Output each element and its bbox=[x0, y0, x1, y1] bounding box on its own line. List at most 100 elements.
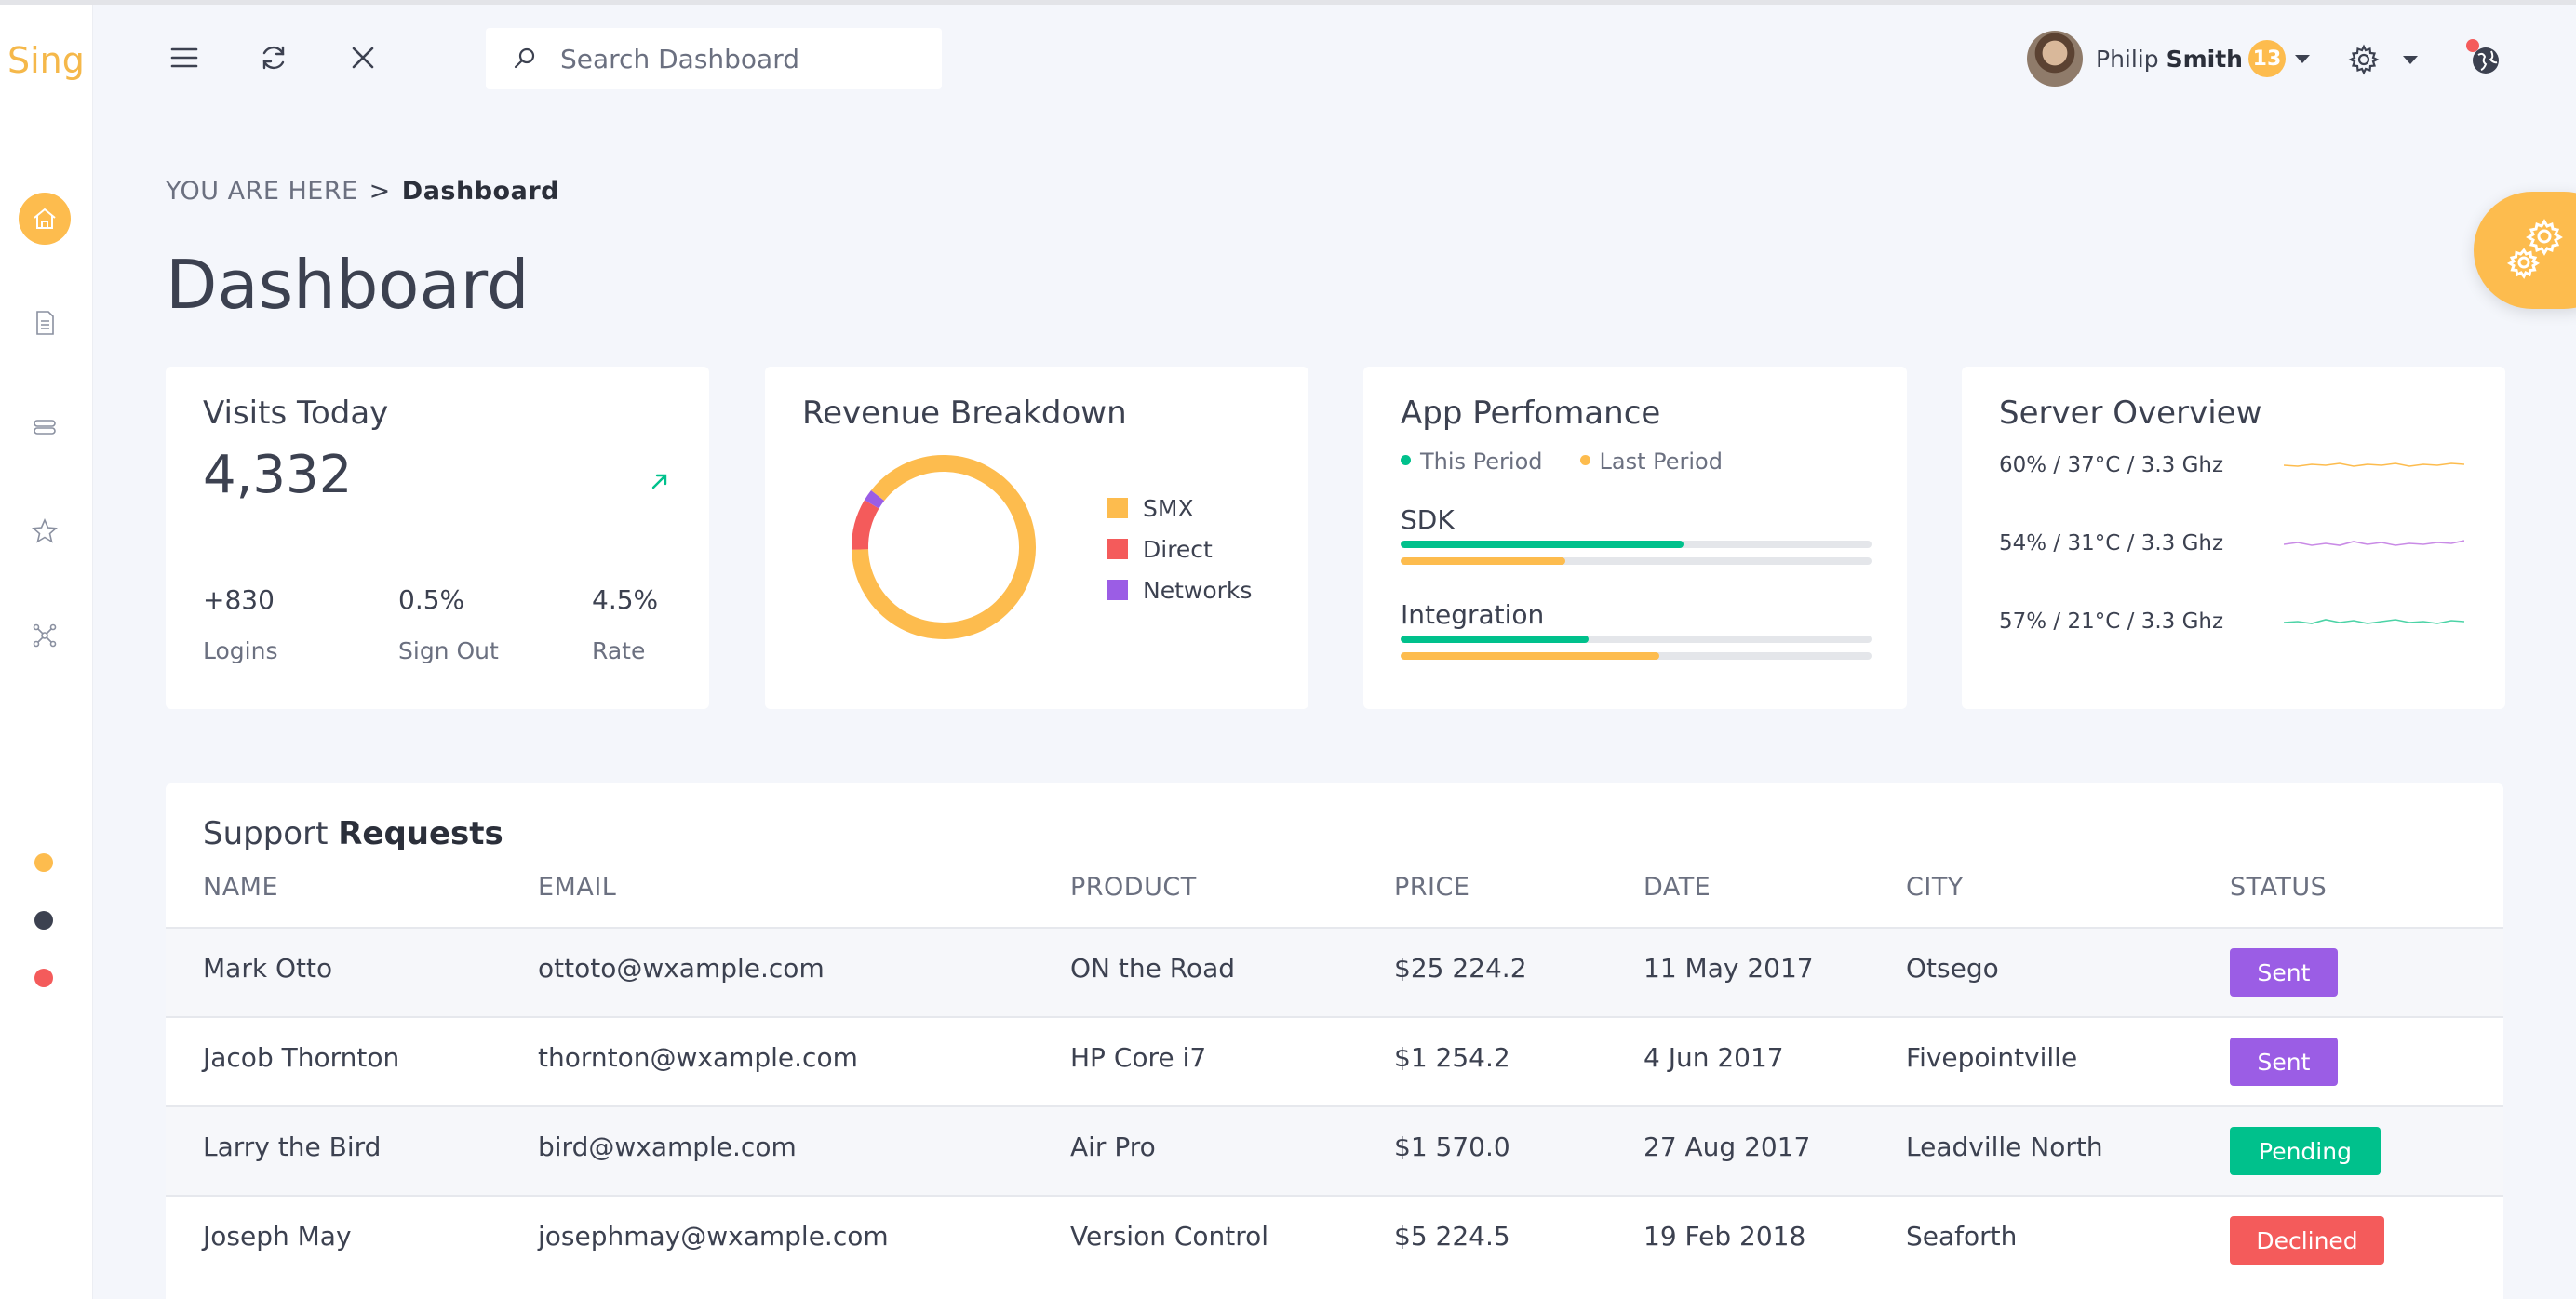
server-stats: 54% / 31°C / 3.3 Ghz bbox=[1999, 531, 2224, 556]
cell-email: josephmay@wxample.com bbox=[538, 1221, 889, 1252]
network-icon bbox=[33, 623, 57, 648]
sidebar: Sing bbox=[0, 5, 93, 1299]
sparkline bbox=[2284, 540, 2464, 546]
language-button[interactable] bbox=[2466, 39, 2505, 78]
theme-dot-red[interactable] bbox=[34, 969, 53, 987]
breadcrumb: YOU ARE HERE > Dashboard bbox=[166, 177, 559, 206]
close-icon bbox=[352, 47, 374, 69]
layers-icon bbox=[34, 420, 56, 435]
cell-product: HP Core i7 bbox=[1070, 1042, 1207, 1073]
column-header-price[interactable]: PRICE bbox=[1394, 873, 1469, 902]
progress-last-period bbox=[1401, 557, 1872, 565]
theme-settings-button[interactable] bbox=[2474, 192, 2576, 309]
cell-date: 11 May 2017 bbox=[1644, 953, 1814, 984]
donut-slice-direct bbox=[852, 500, 879, 550]
cell-product: ON the Road bbox=[1070, 953, 1235, 984]
brand-logo[interactable]: Sing bbox=[7, 40, 85, 81]
cell-product: Air Pro bbox=[1070, 1132, 1156, 1162]
cell-date: 19 Feb 2018 bbox=[1644, 1221, 1806, 1252]
server-row: 57% / 21°C / 3.3 Ghz bbox=[1999, 603, 2470, 640]
visits-widget: Visits Today 4,332 +830 Logins 0.5% Sign… bbox=[166, 367, 709, 709]
refresh-button[interactable] bbox=[251, 35, 296, 80]
column-header-product[interactable]: PRODUCT bbox=[1070, 873, 1197, 902]
hamburger-icon bbox=[170, 47, 198, 68]
cell-date: 4 Jun 2017 bbox=[1644, 1042, 1784, 1073]
sparkline bbox=[2284, 619, 2464, 624]
column-header-status[interactable]: STATUS bbox=[2230, 873, 2327, 902]
search-input[interactable] bbox=[560, 43, 914, 74]
perf-label: Integration bbox=[1401, 599, 1545, 630]
cell-name: Joseph May bbox=[203, 1221, 352, 1252]
trend-up-icon bbox=[651, 474, 667, 489]
stat-label: Sign Out bbox=[398, 637, 499, 664]
menu-button[interactable] bbox=[162, 35, 207, 80]
notification-badge: 13 bbox=[2247, 40, 2286, 77]
table-row[interactable]: Joseph May josephmay@wxample.com Version… bbox=[166, 1195, 2503, 1284]
legend-swatch bbox=[1107, 498, 1128, 518]
widget-title: Revenue Breakdown bbox=[802, 395, 1127, 432]
donut-slice-smx bbox=[852, 455, 1036, 639]
close-button[interactable] bbox=[341, 35, 385, 80]
cell-price: $5 224.5 bbox=[1394, 1221, 1510, 1252]
user-name: Philip Smith bbox=[2096, 45, 2243, 73]
widget-title: Server Overview bbox=[1999, 395, 2262, 432]
breadcrumb-prefix: YOU ARE HERE bbox=[166, 177, 358, 206]
sidebar-item-network[interactable] bbox=[19, 609, 71, 662]
server-widget: Server Overview 60% / 37°C / 3.3 Ghz 54%… bbox=[1962, 367, 2505, 709]
sparkline bbox=[2284, 462, 2464, 467]
stat-value: +830 bbox=[203, 584, 275, 615]
stat-label: Rate bbox=[592, 637, 646, 664]
settings-dropdown[interactable] bbox=[2347, 37, 2422, 82]
legend-dot bbox=[1401, 454, 1411, 465]
server-row: 60% / 37°C / 3.3 Ghz bbox=[1999, 447, 2470, 484]
home-icon bbox=[34, 208, 56, 229]
performance-legend: This Period Last Period bbox=[1401, 449, 1760, 475]
sidebar-item-components[interactable] bbox=[19, 401, 71, 453]
table-row[interactable]: Jacob Thornton thornton@wxample.com HP C… bbox=[166, 1016, 2503, 1105]
column-header-email[interactable]: EMAIL bbox=[538, 873, 616, 902]
theme-dot-yellow[interactable] bbox=[34, 853, 53, 872]
stat-signout: 0.5% Sign Out bbox=[398, 584, 499, 664]
legend-item-smx: SMX bbox=[1107, 488, 1252, 529]
column-header-date[interactable]: DATE bbox=[1644, 873, 1711, 902]
refresh-icon bbox=[262, 46, 285, 70]
user-menu[interactable]: Philip Smith 13 bbox=[2027, 30, 2310, 87]
gears-icon bbox=[2506, 219, 2563, 279]
avatar[interactable] bbox=[2027, 31, 2083, 87]
widget-title: App Perfomance bbox=[1401, 395, 1661, 432]
cell-price: $25 224.2 bbox=[1394, 953, 1527, 984]
cell-product: Version Control bbox=[1070, 1221, 1269, 1252]
cell-city: Otsego bbox=[1906, 953, 1999, 984]
breadcrumb-separator: > bbox=[369, 177, 391, 206]
donut-slice-networks bbox=[864, 490, 885, 509]
theme-dot-dark[interactable] bbox=[34, 911, 53, 930]
support-requests-table: Support Requests NAME EMAIL PRODUCT PRIC… bbox=[166, 783, 2503, 1299]
stat-rate: 4.5% Rate bbox=[592, 584, 658, 664]
server-stats: 57% / 21°C / 3.3 Ghz bbox=[1999, 609, 2224, 634]
sidebar-item-favorites[interactable] bbox=[19, 505, 71, 557]
cell-date: 27 Aug 2017 bbox=[1644, 1132, 1811, 1162]
cell-city: Fivepointville bbox=[1906, 1042, 2078, 1073]
sidebar-item-home[interactable] bbox=[19, 193, 71, 245]
table-row[interactable]: Mark Otto ottoto@wxample.com ON the Road… bbox=[166, 927, 2503, 1016]
gear-icon bbox=[2348, 44, 2380, 75]
legend-swatch bbox=[1107, 539, 1128, 559]
revenue-legend: SMX Direct Networks bbox=[1107, 488, 1252, 610]
perf-row-sdk: SDK bbox=[1401, 504, 1872, 565]
legend-last-period: Last Period bbox=[1579, 449, 1723, 475]
progress-this-period bbox=[1401, 636, 1872, 643]
cell-name: Jacob Thornton bbox=[203, 1042, 400, 1073]
search-bar bbox=[486, 28, 942, 89]
stat-value: 0.5% bbox=[398, 584, 465, 615]
column-header-city[interactable]: CITY bbox=[1906, 873, 1964, 902]
cell-email: thornton@wxample.com bbox=[538, 1042, 858, 1073]
window-top-border bbox=[0, 0, 2576, 5]
cell-price: $1 570.0 bbox=[1394, 1132, 1510, 1162]
sidebar-item-documents[interactable] bbox=[19, 297, 71, 349]
table-row[interactable]: Larry the Bird bird@wxample.com Air Pro … bbox=[166, 1105, 2503, 1195]
progress-this-period bbox=[1401, 541, 1872, 548]
cell-name: Larry the Bird bbox=[203, 1132, 382, 1162]
column-header-name[interactable]: NAME bbox=[203, 873, 278, 902]
notification-dot bbox=[2466, 39, 2479, 52]
stat-value: 4.5% bbox=[592, 584, 659, 615]
